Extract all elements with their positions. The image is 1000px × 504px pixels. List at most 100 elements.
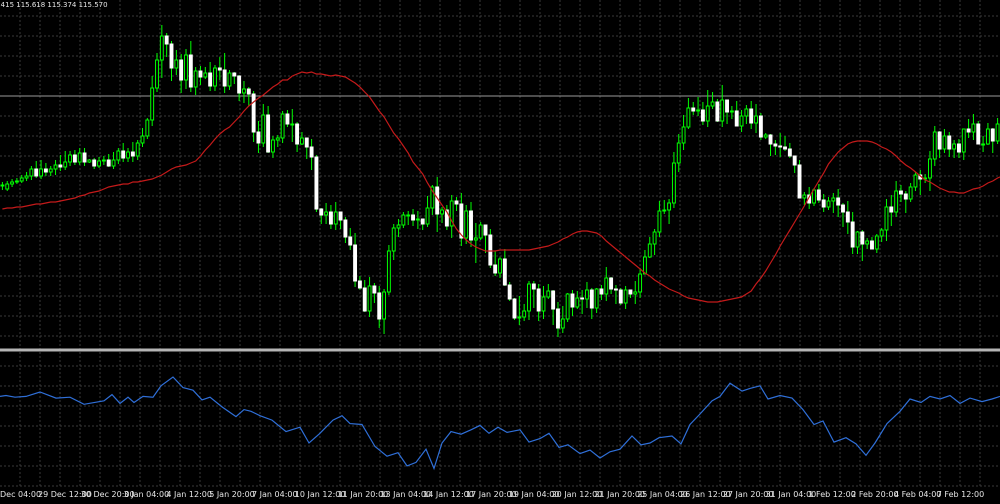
candle[interactable] [512,298,517,320]
candle-body-bear [217,67,222,71]
candle[interactable] [618,288,623,305]
candle-body-bear [82,152,87,163]
candle-body-bull [440,209,444,215]
x-tick-label: 3 Jan 04:00 [124,490,170,499]
candle-body-bull [657,210,662,233]
candle-body-bull [101,159,106,162]
price-info-text: 5.415 115.618 115.374 115.570 [0,1,108,9]
candle-body-bull [396,224,401,229]
candlestick-chart[interactable]: Dec 04:00 29 Dec 12:0030 Dec 20:003 Jan … [0,0,1000,500]
candle[interactable] [280,111,285,143]
candle-body-bear [787,148,792,157]
candle-body-bear [222,69,227,87]
candle-body-bear [507,284,512,300]
candle-body-bear [285,113,290,125]
candle-body-bear [937,131,942,150]
candle-body-bull [63,161,68,168]
candle-body-bull [908,186,913,200]
candle-body-bull [324,211,329,216]
x-tick-label: Dec 04:00 [0,490,41,499]
candle-body-bull [942,135,947,150]
candle-body-bull [879,229,884,237]
candle[interactable] [976,121,981,145]
candle-body-bear [488,234,493,266]
candle-body-bear [256,131,261,144]
candle-body-bull [705,105,710,122]
candle-body-bear [749,108,754,124]
candle-body-bull [744,108,749,117]
candle[interactable] [715,99,720,122]
candle-body-bear [778,145,783,148]
candle-body-bull [19,177,24,182]
candle-body-bull [227,72,232,87]
candle-body-bull [333,211,338,225]
candle[interactable] [488,229,493,268]
candle-body-bull [464,210,469,239]
candle-body-bull [647,243,652,258]
candle-body-bull [585,289,589,300]
candle-body-bear [188,54,193,88]
candle-body-bear [179,59,184,81]
candle-body-bull [541,296,546,312]
candle-body-bear [72,154,77,163]
candle-body-bull [971,123,976,133]
candle-body-bear [715,101,720,122]
candle[interactable] [565,293,570,322]
candle-body-bear [536,288,541,312]
candle-body-bear [237,75,242,94]
candle-body-bull [932,131,937,160]
candle-body-bear [821,199,826,208]
candle-body-bear [628,289,633,295]
candle-body-bull [145,119,150,137]
candle-body-bear [295,123,300,145]
candle-body-bear [734,110,739,127]
candle-body-bull [155,59,159,89]
candle[interactable] [386,245,391,295]
candle-body-bear [966,128,971,133]
candle[interactable] [478,222,483,240]
candle-body-bull [473,237,478,241]
candle[interactable] [507,282,512,301]
candle-body-bull [14,180,19,183]
candle-body-bear [121,150,126,159]
x-tick-label: 7 Jan 04:00 [252,490,298,499]
candle-body-bull [995,123,1000,142]
candle-body-bull [831,197,836,202]
candle-body-bull [546,290,551,298]
candle-body-bull [415,218,420,221]
candle-body-bull [894,190,899,213]
candle-body-bear [773,143,778,147]
candle[interactable] [314,155,319,212]
candle[interactable] [145,118,150,139]
candle-body-bull [696,109,701,112]
candle-body-bull [720,99,725,122]
candle-body-bear [589,289,594,309]
candle-body-bear [130,151,135,157]
candle-body-bull [159,35,164,61]
candle-body-bull [865,240,870,245]
candle[interactable] [758,113,763,140]
candle-body-bear [353,244,358,282]
candle-body-bull [681,126,686,144]
x-tick-label: 4 Feb 04:00 [894,490,941,499]
candle-body-bull [913,174,918,188]
candle-body-bull [382,291,387,320]
candle-body-bull [193,70,198,88]
x-tick-label: 7 Feb 12:00 [937,490,984,499]
candle-body-bear [92,159,97,167]
candle-body-bull [739,115,744,127]
candle-body-bear [783,146,787,150]
candle-body-bull [242,88,246,94]
candle-body-bull [116,150,121,161]
x-tick-label: 5 Jan 20:00 [209,490,255,499]
candle[interactable] [87,159,92,163]
candle-body-bear [266,114,271,153]
candle-body-bear [502,258,507,286]
candle-body-bull [478,224,483,239]
candle-body-bull [874,235,879,250]
candle[interactable] [797,160,802,199]
candle-body-bear [372,285,377,294]
candle-body-bear [314,156,319,210]
chart-area[interactable]: Dec 04:00 29 Dec 12:00 30 Dec 20:00 3 Jan … [0,0,1000,500]
candle-body-bull [367,285,372,312]
